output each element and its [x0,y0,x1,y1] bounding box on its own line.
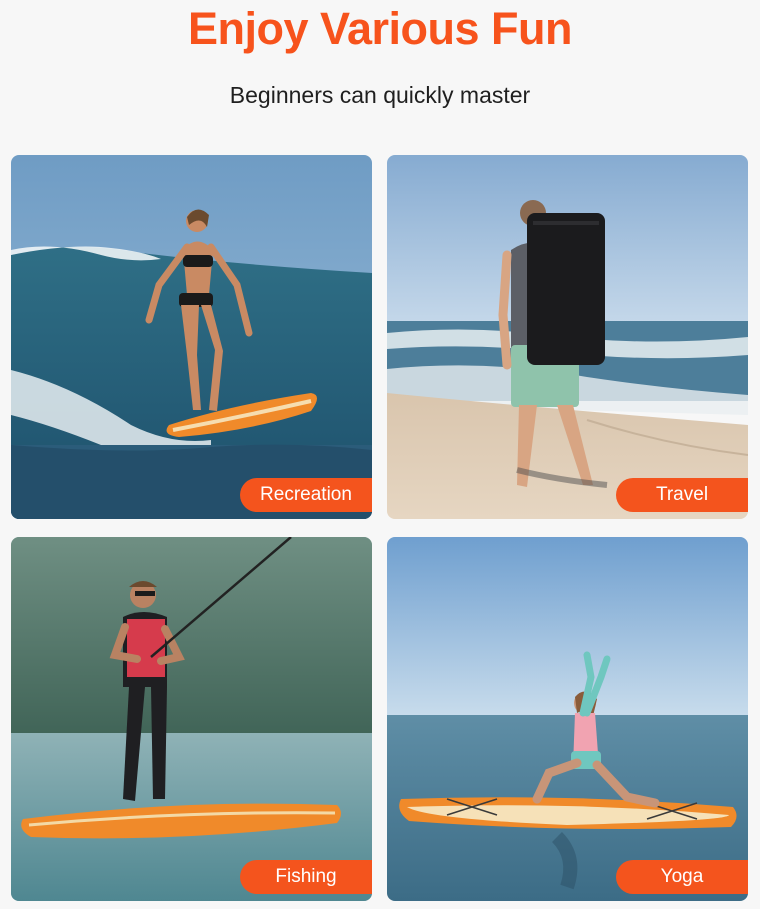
card-label-travel: Travel [616,478,748,512]
card-label-fishing: Fishing [240,860,372,894]
page-subtitle: Beginners can quickly master [229,82,531,108]
surfing-photo [11,155,372,519]
card-label-recreation: Recreation [240,478,372,512]
travel-photo [387,155,748,519]
activity-card-fishing: Fishing [11,537,372,901]
fishing-photo [11,537,372,901]
activity-card-travel: Travel [387,155,748,519]
activity-card-yoga: Yoga [387,537,748,901]
activity-card-recreation: Recreation [11,155,372,519]
yoga-photo [387,537,748,901]
card-label-yoga: Yoga [616,860,748,894]
page-title: Enjoy Various Fun [187,3,573,54]
